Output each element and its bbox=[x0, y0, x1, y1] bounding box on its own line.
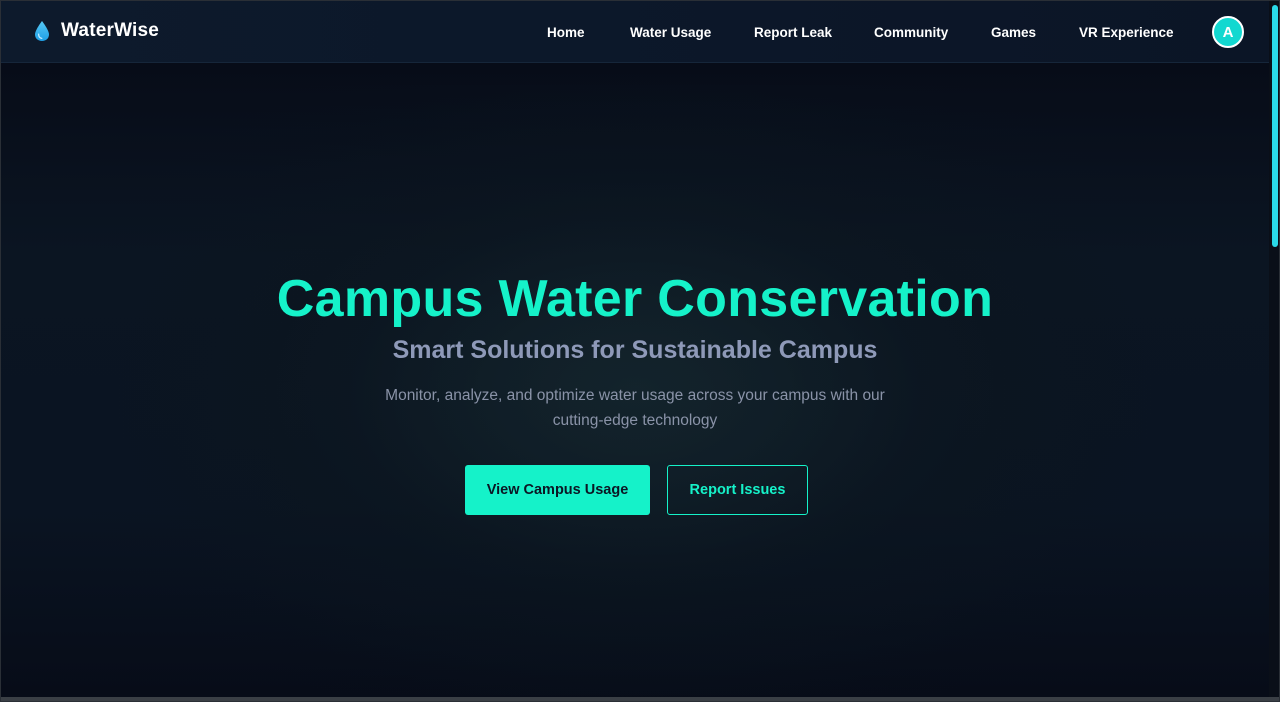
nav-item-water-usage[interactable]: Water Usage bbox=[630, 25, 711, 40]
scrollbar-thumb[interactable] bbox=[1272, 5, 1278, 247]
window-bottom-edge bbox=[1, 697, 1279, 701]
navbar: WaterWise Home Water Usage Report Leak C… bbox=[1, 1, 1269, 63]
nav-links: Home Water Usage Report Leak Community G… bbox=[1, 1, 1269, 63]
hero-section: Campus Water Conservation Smart Solution… bbox=[1, 63, 1269, 697]
nav-item-report-leak[interactable]: Report Leak bbox=[754, 25, 832, 40]
hero-subtitle: Smart Solutions for Sustainable Campus bbox=[392, 336, 878, 364]
hero-title: Campus Water Conservation bbox=[276, 270, 994, 328]
app-window: WaterWise Home Water Usage Report Leak C… bbox=[0, 0, 1280, 702]
report-issues-button[interactable]: Report Issues bbox=[667, 465, 808, 515]
vertical-scrollbar[interactable] bbox=[1269, 1, 1279, 701]
nav-item-games[interactable]: Games bbox=[991, 25, 1036, 40]
nav-item-home[interactable]: Home bbox=[547, 25, 585, 40]
nav-item-community[interactable]: Community bbox=[874, 25, 948, 40]
user-avatar[interactable]: A bbox=[1212, 16, 1244, 48]
view-campus-usage-button[interactable]: View Campus Usage bbox=[465, 465, 650, 515]
hero-description: Monitor, analyze, and optimize water usa… bbox=[385, 387, 885, 429]
nav-item-vr-experience[interactable]: VR Experience bbox=[1079, 25, 1174, 40]
